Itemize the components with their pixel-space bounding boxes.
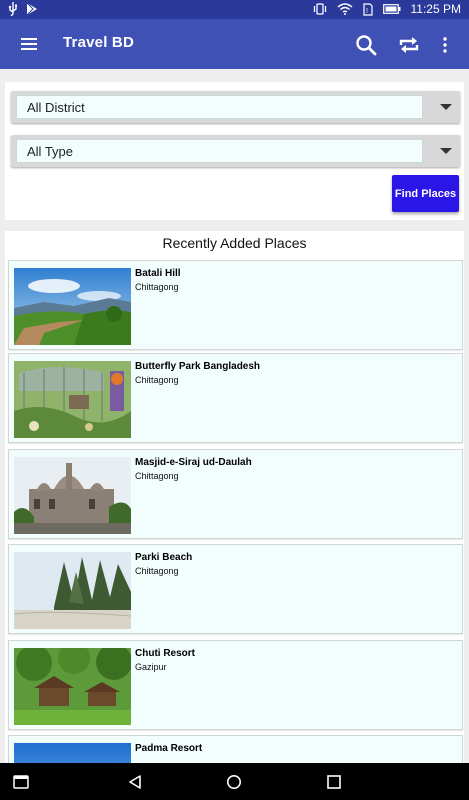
sim-icon: ! bbox=[362, 2, 373, 16]
place-photo bbox=[14, 457, 131, 534]
place-photo bbox=[14, 361, 131, 438]
battery-icon bbox=[382, 4, 401, 14]
dropdown-arrow-icon bbox=[440, 148, 452, 154]
recents-icon[interactable] bbox=[11, 772, 31, 792]
place-card[interactable]: Padma Resort bbox=[8, 735, 463, 763]
place-name: Padma Resort bbox=[135, 743, 203, 754]
place-card[interactable]: Parki Beach Chittagong bbox=[8, 544, 463, 634]
app-bar: Travel BD bbox=[0, 19, 469, 69]
place-name: Chuti Resort bbox=[135, 648, 195, 659]
district-selected-value: All District bbox=[16, 95, 423, 119]
vibrate-icon bbox=[313, 3, 327, 15]
place-photo bbox=[14, 268, 131, 345]
place-district: Chittagong bbox=[135, 282, 179, 292]
place-district: Gazipur bbox=[135, 662, 167, 672]
place-photo bbox=[14, 743, 131, 763]
district-dropdown[interactable]: All District bbox=[11, 91, 460, 123]
find-places-button[interactable]: Find Places bbox=[392, 175, 459, 212]
place-name: Butterfly Park Bangladesh bbox=[135, 361, 261, 372]
place-name: Masjid-e-Siraj ud-Daulah bbox=[135, 457, 252, 468]
place-district: Chittagong bbox=[135, 471, 179, 481]
recent-places-list[interactable]: Recently Added Places Batali Hill Chitta… bbox=[5, 231, 464, 763]
status-bar: ! 11:25 PM bbox=[0, 0, 469, 19]
overflow-menu-icon[interactable] bbox=[431, 31, 459, 59]
place-photo bbox=[14, 648, 131, 725]
back-icon[interactable] bbox=[125, 772, 145, 792]
place-card[interactable]: Chuti Resort Gazipur bbox=[8, 640, 463, 730]
system-nav-bar bbox=[0, 763, 469, 800]
place-photo bbox=[14, 552, 131, 629]
clock: 11:25 PM bbox=[410, 2, 461, 16]
menu-icon[interactable] bbox=[16, 31, 42, 57]
type-selected-value: All Type bbox=[16, 139, 423, 163]
wifi-icon bbox=[337, 3, 353, 15]
home-icon[interactable] bbox=[224, 772, 244, 792]
place-card[interactable]: Masjid-e-Siraj ud-Daulah Chittagong bbox=[8, 449, 463, 539]
usb-icon bbox=[8, 2, 18, 16]
place-card[interactable]: Butterfly Park Bangladesh Chittagong bbox=[8, 353, 463, 443]
svg-text:!: ! bbox=[366, 8, 368, 15]
filter-card: All District All Type Find Places bbox=[5, 82, 464, 220]
app-title: Travel BD bbox=[63, 34, 134, 51]
search-icon[interactable] bbox=[352, 31, 380, 59]
sync-icon[interactable] bbox=[395, 31, 423, 59]
dropdown-arrow-icon bbox=[440, 104, 452, 110]
overview-icon[interactable] bbox=[324, 772, 344, 792]
type-dropdown[interactable]: All Type bbox=[11, 135, 460, 167]
place-district: Chittagong bbox=[135, 566, 179, 576]
place-card[interactable]: Batali Hill Chittagong bbox=[8, 260, 463, 350]
place-name: Parki Beach bbox=[135, 552, 193, 563]
place-district: Chittagong bbox=[135, 375, 179, 385]
list-heading: Recently Added Places bbox=[162, 235, 307, 251]
place-name: Batali Hill bbox=[135, 268, 181, 279]
play-store-icon bbox=[26, 2, 38, 16]
